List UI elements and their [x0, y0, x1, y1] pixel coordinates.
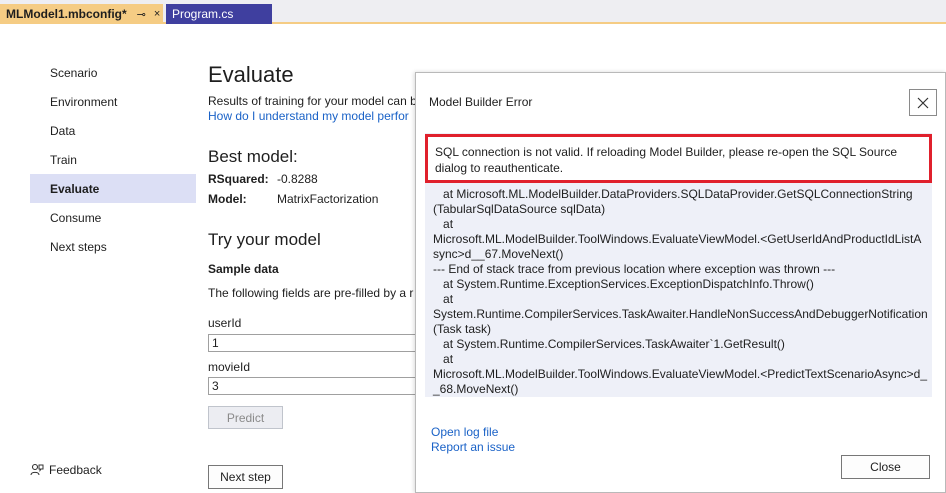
nav-item-train[interactable]: Train	[30, 145, 196, 174]
sample-data-label: Sample data	[208, 262, 279, 276]
dialog-close-button[interactable]	[909, 89, 937, 116]
close-icon	[917, 97, 929, 108]
error-details-panel: SQL connection is not valid. If reloadin…	[425, 133, 932, 397]
predict-button[interactable]: Predict	[208, 406, 283, 429]
sample-data-description: The following fields are pre-filled by a…	[208, 286, 414, 300]
help-link[interactable]: How do I understand my model perfor	[208, 109, 409, 123]
stack-trace: at Microsoft.ML.ModelBuilder.DataProvide…	[433, 187, 928, 396]
nav-item-scenario[interactable]: Scenario	[30, 58, 196, 87]
nav-item-evaluate[interactable]: Evaluate	[30, 174, 196, 203]
tab-label: Program.cs	[172, 7, 234, 21]
userid-label: userId	[208, 316, 242, 330]
model-value: MatrixFactorization	[277, 192, 379, 206]
document-tab-strip: MLModel1.mbconfig* ⊸ × Program.cs	[0, 0, 946, 24]
userid-input[interactable]: 1	[208, 334, 418, 352]
pin-icon[interactable]: ⊸	[137, 8, 146, 21]
feedback-label: Feedback	[49, 463, 102, 477]
error-message: SQL connection is not valid. If reloadin…	[425, 134, 932, 183]
close-tab-icon[interactable]: ×	[154, 8, 160, 20]
model-label: Model:	[208, 192, 247, 206]
model-builder-error-dialog: Model Builder Error SQL connection is no…	[415, 72, 946, 493]
tab-program-cs[interactable]: Program.cs	[166, 4, 272, 24]
movieid-input[interactable]: 3	[208, 377, 418, 395]
feedback-link[interactable]: Feedback	[30, 463, 102, 477]
report-issue-link[interactable]: Report an issue	[431, 440, 515, 454]
tab-mlmodel-mbconfig[interactable]: MLModel1.mbconfig* ⊸ ×	[0, 4, 163, 24]
try-model-heading: Try your model	[208, 230, 321, 249]
page-title: Evaluate	[208, 62, 294, 87]
open-log-file-link[interactable]: Open log file	[431, 425, 498, 439]
feedback-icon	[30, 463, 44, 477]
close-button[interactable]: Close	[841, 455, 930, 479]
dialog-title: Model Builder Error	[429, 95, 533, 109]
rsquared-value: -0.8288	[277, 172, 318, 186]
movieid-label: movieId	[208, 360, 251, 374]
best-model-heading: Best model:	[208, 147, 298, 166]
tab-label: MLModel1.mbconfig*	[6, 7, 127, 21]
nav-item-consume[interactable]: Consume	[30, 203, 196, 232]
step-navigation: Scenario Environment Data Train Evaluate…	[30, 58, 196, 261]
nav-item-environment[interactable]: Environment	[30, 87, 196, 116]
rsquared-label: RSquared:	[208, 172, 269, 186]
nav-item-next-steps[interactable]: Next steps	[30, 232, 196, 261]
page-description: Results of training for your model can b	[208, 94, 417, 108]
next-step-button[interactable]: Next step	[208, 465, 283, 489]
nav-item-data[interactable]: Data	[30, 116, 196, 145]
